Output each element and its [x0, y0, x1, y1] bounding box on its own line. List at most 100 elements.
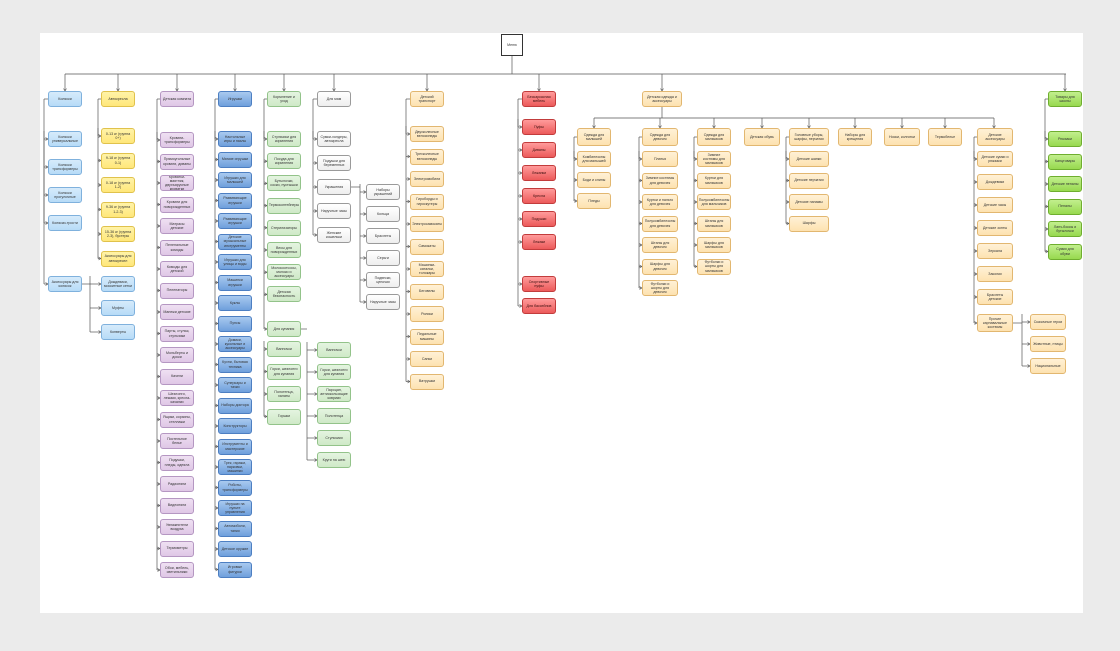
clothing-item[interactable]: Куртки и пальто для девочек: [642, 194, 678, 210]
furniture-item[interactable]: Лежаки: [522, 234, 556, 250]
toy-item[interactable]: Игрушки на пульте управления: [218, 500, 252, 516]
bathing-item[interactable]: Ванночки: [267, 341, 301, 357]
clothing-group[interactable]: Носки, колготки: [884, 128, 920, 146]
school-item[interactable]: Ланч-боксы и бутылочки: [1048, 221, 1082, 237]
transport-item[interactable]: Самокаты: [410, 238, 444, 255]
toy-item[interactable]: Машинки игрушки: [218, 274, 252, 291]
header-furniture[interactable]: Бескаркасная мебель: [522, 91, 556, 107]
clothing-item[interactable]: Детские панамы: [789, 194, 829, 210]
care-item[interactable]: Термоконтейнеры: [267, 197, 301, 214]
transport-item[interactable]: Электросамокаты: [410, 216, 444, 232]
furniture-item[interactable]: Диваны: [522, 142, 556, 158]
bathing-item[interactable]: Горшки: [267, 408, 301, 425]
toy-item[interactable]: Суперкары и тачки: [218, 377, 252, 393]
clothing-group[interactable]: Термобелье: [928, 128, 962, 146]
clothing-item[interactable]: Полукомбинезоны для мальчиков: [697, 194, 731, 210]
clothing-item[interactable]: Детские шапки: [789, 151, 829, 167]
header-nursery[interactable]: Детская комната: [160, 91, 194, 107]
nursery-item[interactable]: Матрасы детские: [160, 218, 194, 234]
nursery-item[interactable]: Увлажнители воздуха: [160, 519, 194, 535]
stroller-item[interactable]: Коляски универсальные: [48, 131, 82, 147]
transport-item[interactable]: Ватрушки: [410, 373, 444, 390]
nursery-item[interactable]: Шезлонги, лежаки, кресла-качалки: [160, 390, 194, 406]
toy-item[interactable]: Мягкие игрушки: [218, 151, 252, 168]
care-item[interactable]: Посуда для кормления: [267, 153, 301, 170]
moms-item[interactable]: Украшения: [317, 179, 351, 195]
accessory-item[interactable]: Заколки: [977, 266, 1013, 282]
transport-item[interactable]: Санки: [410, 351, 444, 367]
stroller-item[interactable]: Коляски-трости: [48, 215, 82, 231]
nursery-item[interactable]: Кровати-трансформеры: [160, 132, 194, 148]
stroller-item[interactable]: Коляски прогулочные: [48, 187, 82, 203]
toy-item[interactable]: Пупсы: [218, 315, 252, 332]
bathing-group[interactable]: Для купания: [267, 321, 301, 337]
accessory-item[interactable]: Детские часы: [977, 197, 1013, 213]
clothing-group[interactable]: Одежда для девочек: [642, 128, 678, 146]
nursery-item[interactable]: Подушки, пледы, одеяла: [160, 454, 194, 471]
nursery-item[interactable]: Прямоугольные кровати, диваны: [160, 153, 194, 170]
bathing-item[interactable]: Горки, шезлонги для купания: [267, 363, 301, 380]
costume-group[interactable]: Прочие карнавальные костюмы: [977, 314, 1013, 332]
care-item[interactable]: Стерилизаторы: [267, 219, 301, 236]
clothing-item[interactable]: Шарфы: [789, 215, 829, 232]
nursery-item[interactable]: Термометры: [160, 540, 194, 557]
stroller-item[interactable]: Коляски трансформеры: [48, 159, 82, 175]
bathing-subitem[interactable]: Полотенца: [317, 408, 351, 424]
accessory-item[interactable]: Детские сумки и рюкзаки: [977, 151, 1013, 167]
toy-item[interactable]: Автомобили, танки: [218, 520, 252, 537]
jewelry-item[interactable]: Кольца: [366, 206, 400, 222]
header-accessories[interactable]: Детские аксессуары: [977, 128, 1013, 146]
care-item[interactable]: Стульчики для кормления: [267, 131, 301, 147]
transport-item[interactable]: Двухколесные велосипеды: [410, 126, 444, 142]
moms-item[interactable]: Женские кошельки: [317, 227, 351, 243]
toy-item[interactable]: Кухни, бытовая техника: [218, 356, 252, 373]
school-item[interactable]: Рюкзаки: [1048, 131, 1082, 147]
stroller-accessory-item[interactable]: Муфты: [101, 300, 135, 316]
nursery-item[interactable]: Качели: [160, 368, 194, 385]
furniture-item[interactable]: Кресла: [522, 188, 556, 204]
nursery-item[interactable]: Радионяни: [160, 476, 194, 492]
transport-item[interactable]: Гироборды и гироскутеры: [410, 193, 444, 210]
care-item[interactable]: Молокоотсосы, молоко и аксессуары: [267, 264, 301, 281]
bathing-subitem[interactable]: Горки, шезлонги для купания: [317, 364, 351, 380]
school-item[interactable]: Канцтовары: [1048, 153, 1082, 170]
toy-item[interactable]: Трек, гаражи, парковки, машинки: [218, 459, 252, 475]
toy-item[interactable]: Настольные игры и пазлы: [218, 131, 252, 147]
transport-item[interactable]: Электромобили: [410, 171, 444, 187]
jewelry-item[interactable]: Наручные часы: [366, 294, 400, 310]
header-strollers[interactable]: Коляски: [48, 91, 82, 107]
moms-item[interactable]: Наручные часы: [317, 203, 351, 219]
car-seat-item[interactable]: 15-36 кг (группа 2-3), бустеры: [101, 226, 135, 242]
clothing-item[interactable]: Шарфы для мальчиков: [697, 237, 731, 253]
school-item[interactable]: Пеналы: [1048, 198, 1082, 215]
header-toys[interactable]: Игрушки: [218, 91, 252, 107]
stroller-accessory-item[interactable]: Дождевики, москитные сетки: [101, 276, 135, 292]
nursery-item[interactable]: Мольберты и доски: [160, 347, 194, 363]
furniture-item[interactable]: Подушки: [522, 211, 556, 227]
header-care[interactable]: Кормление и уход: [267, 91, 301, 107]
stroller-accessory-item[interactable]: Конверты: [101, 324, 135, 340]
nursery-item[interactable]: Манежи детские: [160, 304, 194, 320]
nursery-item[interactable]: Пеленаторы: [160, 282, 194, 299]
clothing-item[interactable]: Детские перчатки: [789, 172, 829, 189]
care-item[interactable]: Бутылочки, соски, пустышки: [267, 175, 301, 192]
costume-item[interactable]: Животные, птицы: [1030, 336, 1066, 352]
nursery-item[interactable]: Постельное белье: [160, 433, 194, 449]
transport-item[interactable]: Ролики: [410, 306, 444, 322]
nursery-item[interactable]: Видеоняни: [160, 497, 194, 514]
toy-item[interactable]: Наборы доктора: [218, 397, 252, 414]
clothing-item[interactable]: Куртки для мальчиков: [697, 172, 731, 189]
clothing-item[interactable]: Платья: [642, 151, 678, 167]
clothing-item[interactable]: Штаны для мальчиков: [697, 215, 731, 232]
jewelry-item[interactable]: Наборы украшений: [366, 184, 400, 200]
car-seat-item[interactable]: 0-18 кг (группа 1-2): [101, 177, 135, 193]
furniture-item[interactable]: Лежанки: [522, 165, 556, 181]
car-seat-item[interactable]: 9-36 кг (группа 1-2-3): [101, 201, 135, 218]
nursery-item[interactable]: Кровати для новорожденных: [160, 196, 194, 213]
header-car_seats[interactable]: Автокресла: [101, 91, 135, 107]
nursery-item[interactable]: Комоды для детской: [160, 261, 194, 277]
stroller-accessories[interactable]: Аксессуары для колясок: [48, 276, 82, 292]
header-clothing[interactable]: Детская одежда и аксессуары: [642, 91, 682, 107]
toy-item[interactable]: Детские музыкальные инструменты: [218, 233, 252, 250]
accessory-item[interactable]: Зеркала: [977, 243, 1013, 259]
